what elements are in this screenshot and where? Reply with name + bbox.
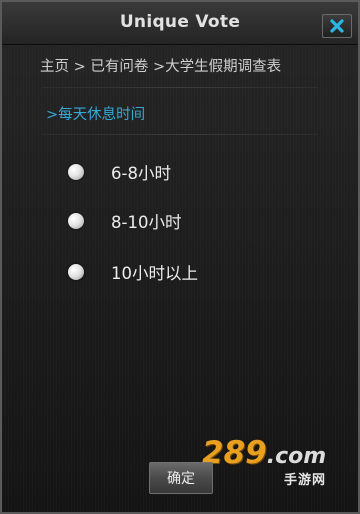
divider: [42, 134, 318, 135]
option-label: 8-10小时: [111, 213, 182, 232]
radio-unselected-icon[interactable]: [68, 264, 84, 280]
vote-window: Unique Vote 主页 > 已有问卷 >大学生假期调查表 >每天休息时间 …: [0, 0, 360, 514]
option-8-10-hours[interactable]: 8-10小时: [68, 209, 181, 233]
close-button[interactable]: [322, 14, 352, 38]
radio-unselected-icon[interactable]: [68, 164, 84, 180]
close-icon: [330, 19, 344, 33]
question-title: >每天休息时间: [46, 107, 146, 123]
option-label: 6-8小时: [111, 164, 171, 183]
watermark-domain: .com: [266, 444, 327, 469]
divider: [42, 87, 318, 88]
option-6-8-hours[interactable]: 6-8小时: [68, 160, 171, 184]
window-title: Unique Vote: [119, 12, 241, 32]
radio-unselected-icon[interactable]: [68, 213, 84, 229]
watermark-logo: 289.com: [202, 438, 326, 469]
breadcrumb: 主页 > 已有问卷 >大学生假期调查表: [40, 59, 282, 75]
watermark-subtitle: 手游网: [284, 473, 327, 488]
title-bar: Unique Vote: [2, 2, 358, 45]
option-10-plus-hours[interactable]: 10小时以上: [68, 260, 198, 284]
option-label: 10小时以上: [111, 264, 198, 283]
confirm-button[interactable]: 确定: [149, 462, 213, 494]
